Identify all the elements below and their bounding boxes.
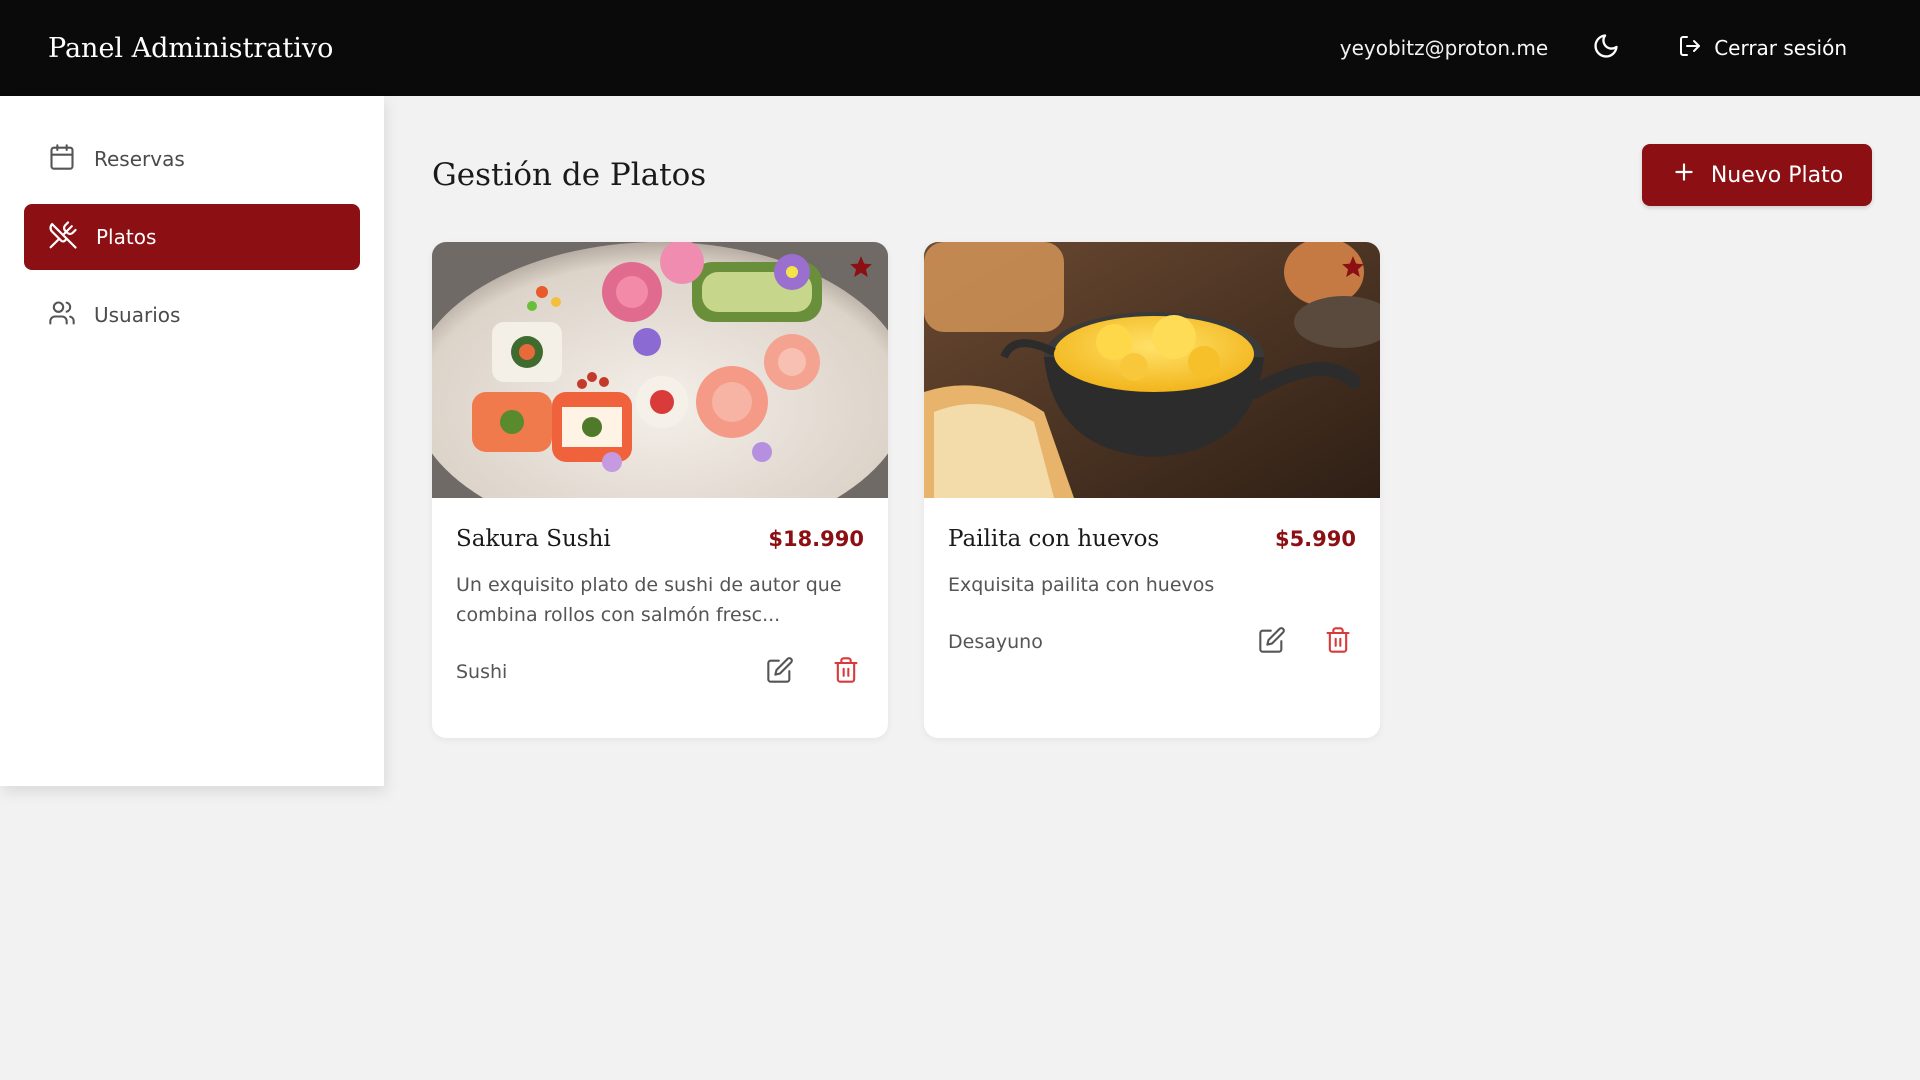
dish-card-footer: Sushi xyxy=(456,654,864,690)
theme-toggle-button[interactable] xyxy=(1584,26,1628,70)
featured-star-icon xyxy=(1340,254,1366,284)
dish-category: Desayuno xyxy=(948,631,1043,653)
dish-card: Sakura Sushi $18.990 Un exquisito plato … xyxy=(432,242,888,738)
delete-dish-button[interactable] xyxy=(828,654,864,690)
utensils-crossed-icon xyxy=(48,220,96,255)
top-bar-actions: yeyobitz@proton.me Cerrar sesión xyxy=(1340,26,1872,70)
dish-card-header: Pailita con huevos $5.990 xyxy=(948,526,1356,552)
dish-name: Sakura Sushi xyxy=(456,526,611,552)
sidebar-item-platos[interactable]: Platos xyxy=(24,204,360,270)
sidebar-item-usuarios[interactable]: Usuarios xyxy=(24,282,360,348)
dish-name: Pailita con huevos xyxy=(948,526,1160,552)
dish-card-body: Sakura Sushi $18.990 Un exquisito plato … xyxy=(432,498,888,690)
moon-icon xyxy=(1592,32,1620,64)
page-header: Gestión de Platos Nuevo Plato xyxy=(432,144,1872,206)
dish-category: Sushi xyxy=(456,661,508,683)
logout-icon xyxy=(1678,34,1714,63)
app-title: Panel Administrativo xyxy=(48,32,334,64)
dish-image-pailita xyxy=(924,242,1380,498)
dish-image-sushi xyxy=(432,242,888,498)
edit-dish-button[interactable] xyxy=(1254,624,1290,660)
dish-actions xyxy=(732,654,864,690)
users-icon xyxy=(48,299,94,332)
plus-icon xyxy=(1671,159,1711,191)
featured-star-icon xyxy=(848,254,874,284)
logout-button[interactable]: Cerrar sesión xyxy=(1678,34,1872,63)
new-dish-button[interactable]: Nuevo Plato xyxy=(1642,144,1872,206)
logout-label: Cerrar sesión xyxy=(1714,36,1847,60)
edit-icon xyxy=(1258,626,1286,658)
dish-card-body: Pailita con huevos $5.990 Exquisita pail… xyxy=(924,498,1380,660)
dish-card-footer: Desayuno xyxy=(948,624,1356,660)
dish-grid: Sakura Sushi $18.990 Un exquisito plato … xyxy=(432,242,1872,738)
calendar-icon xyxy=(48,143,94,176)
sidebar-item-label: Reservas xyxy=(94,147,185,171)
sidebar: Reservas Platos Usuarios xyxy=(0,96,384,786)
sidebar-item-label: Platos xyxy=(96,225,157,249)
dish-price: $18.990 xyxy=(768,527,864,551)
edit-icon xyxy=(766,656,794,688)
dish-description: Un exquisito plato de sushi de autor que… xyxy=(456,574,842,626)
sidebar-item-label: Usuarios xyxy=(94,303,181,327)
dish-price: $5.990 xyxy=(1274,527,1356,551)
dish-description: Exquisita pailita con huevos xyxy=(948,574,1215,596)
trash-icon xyxy=(1324,626,1352,658)
edit-dish-button[interactable] xyxy=(762,654,798,690)
new-dish-label: Nuevo Plato xyxy=(1710,162,1844,188)
dish-actions xyxy=(1224,624,1356,660)
trash-icon xyxy=(832,656,860,688)
dish-card-header: Sakura Sushi $18.990 xyxy=(456,526,864,552)
top-bar: Panel Administrativo yeyobitz@proton.me … xyxy=(0,0,1920,96)
sidebar-item-reservas[interactable]: Reservas xyxy=(24,126,360,192)
delete-dish-button[interactable] xyxy=(1320,624,1356,660)
main-content: Gestión de Platos Nuevo Plato Sakura Sus… xyxy=(432,96,1872,738)
page-title: Gestión de Platos xyxy=(432,157,707,193)
user-email: yeyobitz@proton.me xyxy=(1339,36,1549,60)
dish-card: Pailita con huevos $5.990 Exquisita pail… xyxy=(924,242,1380,738)
